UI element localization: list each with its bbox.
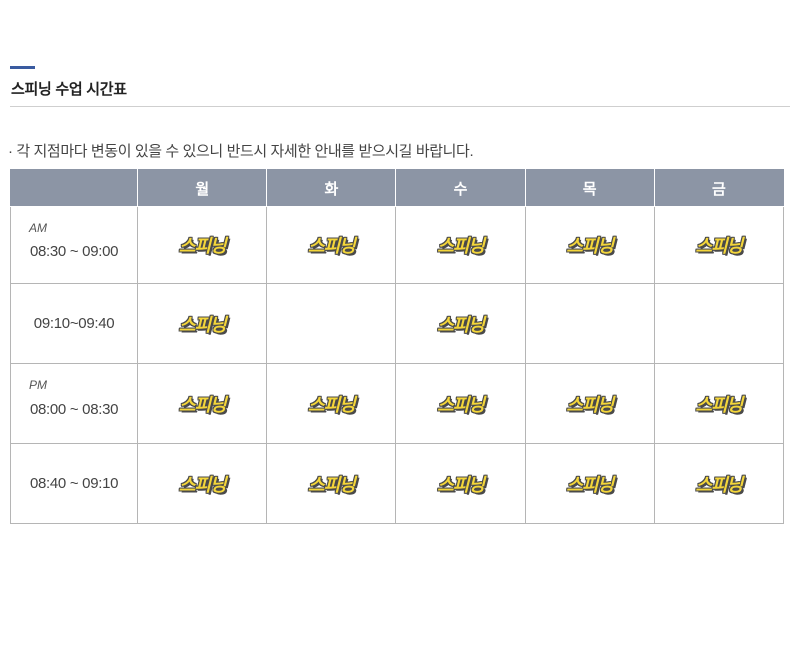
spinning-class-badge: 스피닝: [437, 314, 485, 336]
class-cell: 스피닝: [395, 363, 526, 444]
time-range: 08:30 ~ 09:00: [29, 242, 119, 260]
class-cell: 스피닝: [137, 283, 268, 364]
class-cell: 스피닝: [137, 443, 268, 524]
class-cell-empty: [524, 283, 655, 364]
class-cell: 스피닝: [524, 363, 655, 444]
spinning-class-badge: 스피닝: [695, 394, 744, 416]
spinning-class-badge: 스피닝: [178, 236, 227, 257]
header-day-wed: 수: [395, 169, 526, 207]
time-range: 09:10~09:40: [33, 315, 115, 332]
time-cell: PM 08:00 ~ 08:30: [9, 363, 139, 444]
period-label: PM: [29, 378, 47, 392]
table-row: 08:40 ~ 09:10 스피닝 스피닝 스피닝 스피닝 스피닝: [9, 443, 785, 524]
spinning-class-badge: 스피닝: [178, 394, 227, 416]
spinning-class-badge: 스피닝: [437, 394, 485, 416]
spinning-class-badge: 스피닝: [437, 236, 485, 257]
class-cell: 스피닝: [137, 206, 268, 284]
table-row: AM 08:30 ~ 09:00 스피닝 스피닝 스피닝 스피닝 스피닝: [9, 206, 785, 284]
spinning-class-badge: 스피닝: [308, 394, 356, 416]
spinning-class-badge: 스피닝: [566, 474, 614, 496]
class-cell: 스피닝: [395, 206, 526, 284]
table-row: 09:10~09:40 스피닝 스피닝: [9, 283, 785, 364]
table-row: PM 08:00 ~ 08:30 스피닝 스피닝 스피닝 스피닝 스피닝: [9, 363, 785, 444]
time-range: 08:00 ~ 08:30: [29, 401, 119, 418]
header-time-corner: [9, 169, 139, 207]
title-divider: [10, 106, 790, 107]
section-title: 스피닝 수업 시간표: [11, 81, 127, 98]
header-day-tue: 화: [266, 169, 397, 207]
header-day-mon: 월: [137, 169, 268, 207]
time-range: 08:40 ~ 09:10: [29, 475, 119, 492]
section-accent-bar: [10, 66, 35, 69]
class-cell: 스피닝: [653, 206, 785, 284]
header-day-thu: 목: [524, 169, 655, 207]
class-cell: 스피닝: [266, 206, 397, 284]
spinning-class-badge: 스피닝: [308, 474, 356, 496]
class-cell: 스피닝: [524, 443, 655, 524]
period-label: AM: [29, 221, 47, 235]
class-cell: 스피닝: [395, 283, 526, 364]
class-cell: 스피닝: [524, 206, 655, 284]
spinning-class-badge: 스피닝: [695, 474, 744, 496]
spinning-class-badge: 스피닝: [308, 236, 356, 257]
spinning-class-badge: 스피닝: [566, 394, 614, 416]
spinning-class-badge: 스피닝: [178, 314, 227, 336]
schedule-notice: · 각 지점마다 변동이 있을 수 있으니 반드시 자세한 안내를 받으시길 바…: [8, 143, 474, 160]
spinning-class-badge: 스피닝: [695, 236, 744, 257]
time-cell: 09:10~09:40: [9, 283, 139, 364]
time-cell: 08:40 ~ 09:10: [9, 443, 139, 524]
spinning-class-badge: 스피닝: [566, 236, 614, 257]
table-header-row: 월 화 수 목 금: [9, 169, 785, 207]
class-cell: 스피닝: [266, 443, 397, 524]
class-cell: 스피닝: [395, 443, 526, 524]
class-cell-empty: [653, 283, 785, 364]
class-cell-empty: [266, 283, 397, 364]
class-cell: 스피닝: [266, 363, 397, 444]
class-cell: 스피닝: [653, 443, 785, 524]
schedule-table: 월 화 수 목 금 AM 08:30 ~ 09:00 스피닝 스피닝 스피닝 스…: [9, 169, 785, 524]
time-cell: AM 08:30 ~ 09:00: [9, 206, 139, 284]
spinning-class-badge: 스피닝: [437, 474, 485, 496]
header-day-fri: 금: [653, 169, 785, 207]
class-cell: 스피닝: [653, 363, 785, 444]
class-cell: 스피닝: [137, 363, 268, 444]
spinning-class-badge: 스피닝: [178, 474, 227, 496]
